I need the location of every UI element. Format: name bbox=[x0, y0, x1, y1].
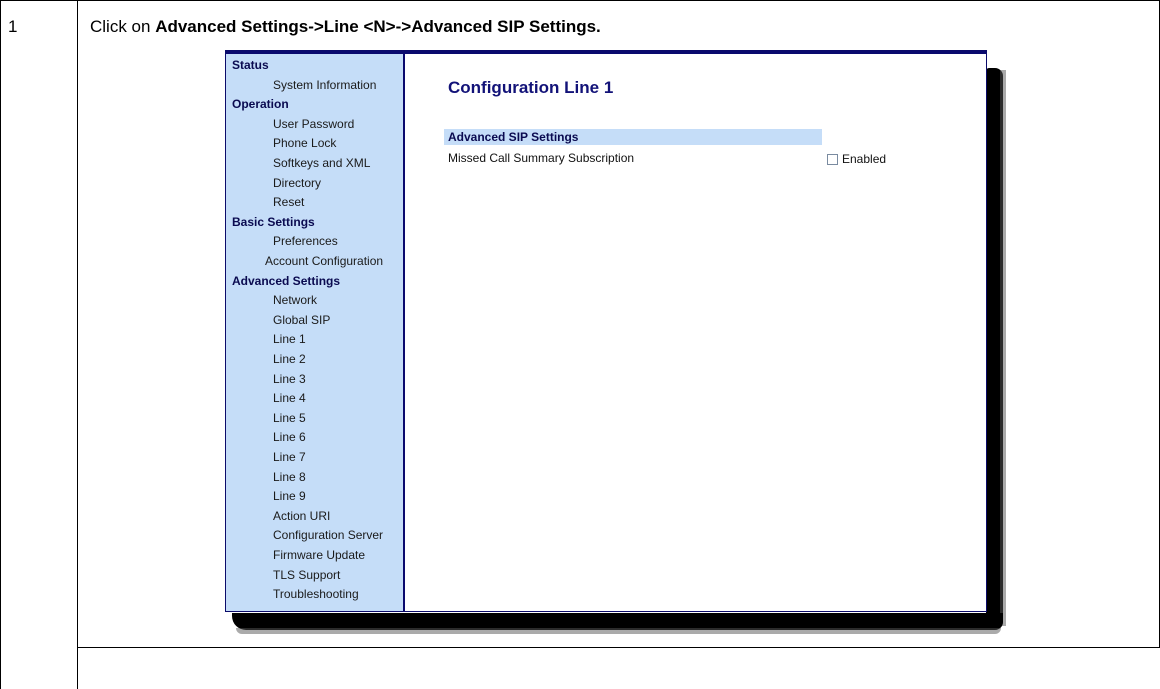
screenshot-shadow-fade-bottom bbox=[236, 628, 1001, 634]
instruction-prefix: Click on bbox=[90, 17, 156, 36]
sidebar-item-phone-lock[interactable]: Phone Lock bbox=[273, 134, 336, 153]
sidebar-item-action-uri[interactable]: Action URI bbox=[273, 507, 330, 526]
table-border-left bbox=[0, 0, 1, 689]
sidebar-item-directory[interactable]: Directory bbox=[273, 174, 321, 193]
enabled-label[interactable]: Enabled bbox=[842, 152, 886, 166]
sidebar-item-global-sip[interactable]: Global SIP bbox=[273, 311, 330, 330]
missed-call-summary-checkbox[interactable] bbox=[827, 154, 838, 165]
sidebar-item-user-password[interactable]: User Password bbox=[273, 115, 354, 134]
step-instruction: Click on Advanced Settings->Line <N>->Ad… bbox=[90, 17, 601, 37]
screenshot-shadow-fade-right bbox=[1000, 70, 1006, 626]
sidebar-heading-status[interactable]: Status bbox=[232, 56, 269, 75]
sidebar-item-firmware-update[interactable]: Firmware Update bbox=[273, 546, 365, 565]
sidebar-item-line-7[interactable]: Line 7 bbox=[273, 448, 306, 467]
missed-call-summary-label: Missed Call Summary Subscription bbox=[448, 151, 635, 165]
sidebar-item-account-configuration[interactable]: Account Configuration bbox=[265, 252, 383, 271]
step-number: 1 bbox=[8, 17, 18, 36]
page-title: Configuration Line 1 bbox=[448, 78, 614, 97]
sidebar-item-system-information[interactable]: System Information bbox=[273, 76, 376, 95]
web-ui-screenshot: Status System Information Operation User Pa… bbox=[225, 50, 987, 612]
sidebar-item-reset[interactable]: Reset bbox=[273, 193, 304, 212]
sidebar-item-configuration-server[interactable]: Configuration Server bbox=[273, 526, 383, 545]
table-border-top bbox=[0, 0, 1160, 1]
sidebar-item-line-8[interactable]: Line 8 bbox=[273, 468, 306, 487]
sidebar-nav: Status System Information Operation User Pa… bbox=[226, 54, 405, 611]
sidebar-item-line-9[interactable]: Line 9 bbox=[273, 487, 306, 506]
sidebar-item-line-6[interactable]: Line 6 bbox=[273, 428, 306, 447]
section-title: Advanced SIP Settings bbox=[448, 130, 579, 144]
sidebar-heading-basic-settings[interactable]: Basic Settings bbox=[232, 213, 315, 232]
sidebar-item-troubleshooting[interactable]: Troubleshooting bbox=[273, 585, 359, 604]
sidebar-heading-advanced-settings[interactable]: Advanced Settings bbox=[232, 272, 340, 291]
sidebar-item-line-3[interactable]: Line 3 bbox=[273, 370, 306, 389]
instruction-path: Advanced Settings->Line <N>->Advanced SI… bbox=[155, 17, 601, 36]
sidebar-item-tls-support[interactable]: TLS Support bbox=[273, 566, 340, 585]
sidebar-item-preferences[interactable]: Preferences bbox=[273, 232, 338, 251]
sidebar-heading-operation[interactable]: Operation bbox=[232, 95, 289, 114]
sidebar-item-line-5[interactable]: Line 5 bbox=[273, 409, 306, 428]
sidebar-item-line-1[interactable]: Line 1 bbox=[273, 330, 306, 349]
sidebar-item-network[interactable]: Network bbox=[273, 291, 317, 310]
table-column-divider bbox=[77, 0, 78, 689]
sidebar-item-softkeys-and-xml[interactable]: Softkeys and XML bbox=[273, 154, 370, 173]
main-content: Configuration Line 1 Advanced SIP Settin… bbox=[405, 54, 986, 611]
sidebar-item-line-2[interactable]: Line 2 bbox=[273, 350, 306, 369]
sidebar-item-line-4[interactable]: Line 4 bbox=[273, 389, 306, 408]
table-border-bottom bbox=[77, 647, 1160, 648]
